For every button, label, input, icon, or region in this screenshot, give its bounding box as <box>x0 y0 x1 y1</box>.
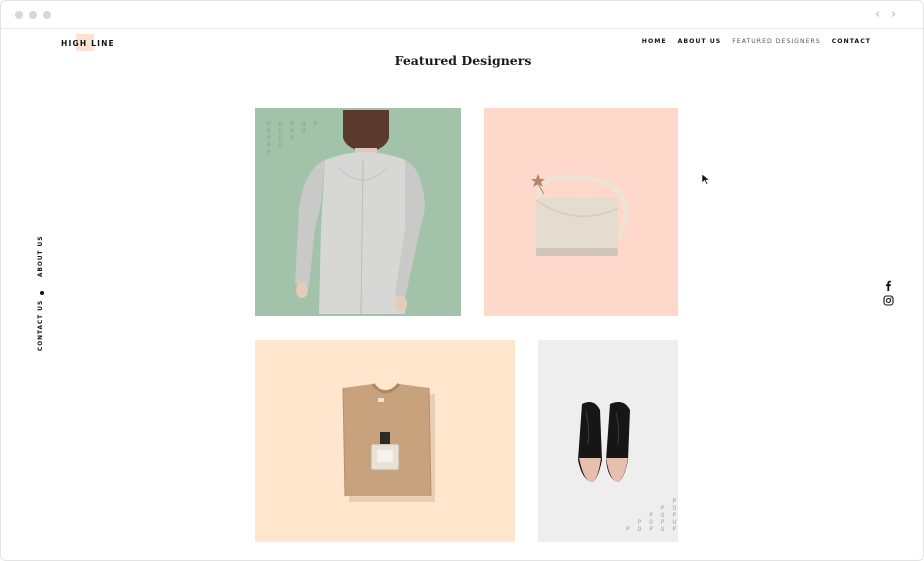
side-nav-divider-dot <box>40 291 44 295</box>
gallery-tile-bag[interactable] <box>484 108 678 316</box>
side-navigation: ABOUT US CONTACT US <box>38 236 48 353</box>
instagram-icon[interactable] <box>883 295 894 306</box>
chevron-left-icon[interactable]: ‹ <box>875 7 880 22</box>
mouse-cursor-icon <box>701 173 711 185</box>
minimize-dot-icon[interactable] <box>29 11 37 19</box>
side-nav-about-us[interactable]: ABOUT US <box>38 236 44 277</box>
sweater-perfume-image <box>342 382 435 502</box>
nav-featured-designers[interactable]: FEATURED DESIGNERS <box>732 38 820 45</box>
bag-image <box>531 174 629 256</box>
coat-model-image <box>295 110 425 315</box>
nav-home[interactable]: HOME <box>642 38 667 45</box>
site-logo[interactable]: HIGH LINE <box>61 39 115 48</box>
gallery-tile-shoes[interactable]: P P O P O P P O P U P O P U P <box>538 340 678 542</box>
shoes-image <box>578 402 630 482</box>
zoom-dot-icon[interactable] <box>43 11 51 19</box>
page-title: Featured Designers <box>394 53 532 68</box>
gallery-tile-coat[interactable]: P O P U P P O P U P O P P O P <box>255 108 461 316</box>
facebook-icon[interactable] <box>883 280 894 291</box>
nav-about-us[interactable]: ABOUT US <box>678 38 722 45</box>
nav-contact[interactable]: CONTACT <box>832 38 871 45</box>
top-navigation: HOME ABOUT US FEATURED DESIGNERS CONTACT <box>642 38 871 45</box>
gallery-tile-sweater[interactable] <box>255 340 515 542</box>
close-dot-icon[interactable] <box>15 11 23 19</box>
browser-titlebar: ‹ › <box>1 1 923 29</box>
side-nav-contact-us[interactable]: CONTACT US <box>38 300 44 351</box>
browser-window: ‹ › HIGH LINE HOME ABOUT US FEATURED DES… <box>0 0 924 561</box>
chevron-right-icon[interactable]: › <box>891 7 896 22</box>
